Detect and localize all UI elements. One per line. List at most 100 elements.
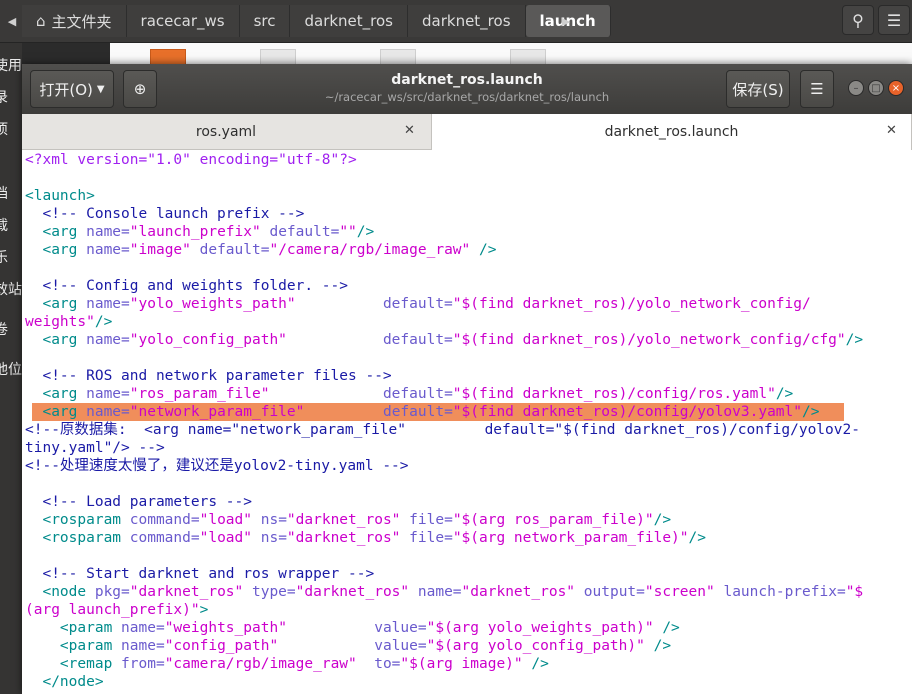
code-token: <!--处理速度太慢了，建议还是yolov2-tiny.yaml --> [25,458,409,474]
code-token: /> [775,386,794,402]
open-button[interactable]: 打开(O) ▼ [30,70,114,108]
code-token: from= [112,656,165,672]
code-line: </node> [25,673,104,691]
code-token: default= [269,386,453,402]
home-icon: ⌂ [36,12,46,30]
code-token: "$(arg ros_param_file)" [452,512,654,528]
code-line: <!-- Load parameters --> [25,493,252,511]
code-token: <param [25,620,113,636]
code-token: ns= [252,530,287,546]
code-token: name= [77,404,130,420]
crumb-darknet-ros[interactable]: darknet_ros [290,5,408,37]
path-left-arrow-icon[interactable]: ◀ [2,5,22,37]
code-token: "$(arg yolo_config_path)" [426,638,645,654]
path-right-arrow-icon[interactable]: ▶ [556,5,576,37]
sidebar-item[interactable]: 乐 [0,247,8,267]
new-document-icon[interactable]: ⊕ [123,70,157,108]
code-token: "yolo_weights_path" [129,296,296,312]
code-token: name= [112,638,165,654]
code-token: "launch_prefix" [129,224,261,240]
code-token: command= [121,512,200,528]
code-token: name= [112,620,165,636]
code-token: /> [653,512,672,528]
crumb-racecar-ws[interactable]: racecar_ws [126,5,240,37]
sidebar-item[interactable]: 使用 [0,55,22,75]
code-token: name= [77,242,130,258]
code-token: <node [25,584,87,600]
code-token: /> [802,404,820,420]
text-editor[interactable]: <?xml version="1.0" encoding="utf-8"?> <l… [22,150,912,694]
code-token: "darknet_ros" [461,584,576,600]
code-token: "load" [199,512,252,528]
code-token: <?xml version="1.0" encoding="utf-8"?> [25,152,357,168]
code-token: /> [653,620,680,636]
code-line: <arg name="yolo_weights_path" default="$… [25,295,810,313]
menu-icon[interactable]: ☰ [800,70,834,108]
code-token: "load" [199,530,252,546]
sidebar-item[interactable]: 卷 [0,319,8,339]
code-token: value= [278,638,427,654]
code-token: <!--原数据集: <arg name="network_param_file"… [25,422,860,438]
code-token: default= [304,404,453,420]
code-token: "/camera/rgb/image_raw" [269,242,471,258]
sidebar-item[interactable]: 录 [0,87,8,107]
code-token: "ros_param_file" [129,386,270,402]
code-token: pkg= [86,584,130,600]
sidebar-item[interactable]: 档 [0,183,8,203]
code-line: <rosparam command="load" ns="darknet_ros… [25,511,671,529]
code-line: <!-- ROS and network parameter files --> [25,367,392,385]
code-token: <!-- ROS and network parameter files --> [25,368,392,384]
tab-ros-yaml[interactable]: ros.yaml [22,114,430,149]
header-bar: 打开(O) ▼ ⊕ darknet_ros.launch ~/racecar_w… [22,64,912,115]
code-token: file= [400,530,453,546]
code-token: /> [94,314,113,330]
code-line: <node pkg="darknet_ros" type="darknet_ro… [25,583,863,601]
code-token: <arg [25,242,78,258]
breadcrumb: ⌂ 主文件夹 racecar_ws src darknet_ros darkne… [22,5,611,37]
code-token: "darknet_ros" [286,530,401,546]
code-line: weights"/> [25,313,112,331]
code-token: default= [260,224,340,240]
code-token: tiny.yaml"/> --> [25,440,165,456]
code-token: <!-- Load parameters --> [25,494,252,510]
crumb-darknet-ros-2[interactable]: darknet_ros [408,5,526,37]
sidebar-item[interactable]: 项 [0,119,8,139]
code-token: "$(find darknet_ros)/config/ros.yaml" [452,386,776,402]
gedit-window: 打开(O) ▼ ⊕ darknet_ros.launch ~/racecar_w… [22,64,912,694]
code-token: default= [295,296,453,312]
code-line: <!-- Config and weights folder. --> [25,277,348,295]
tab-close-icon[interactable]: ✕ [404,123,415,138]
code-token: "$(arg network_param_file)" [452,530,689,546]
code-line: (arg launch_prefix)"> [25,601,208,619]
code-line: <rosparam command="load" ns="darknet_ros… [25,529,706,547]
maximize-icon[interactable]: □ [868,80,884,96]
code-line: <arg name="launch_prefix" default=""/> [25,223,374,241]
crumb-home[interactable]: ⌂ 主文件夹 [22,5,127,37]
code-token: <arg [25,332,78,348]
search-icon[interactable]: ⚲ [842,5,874,35]
code-token: <remap [25,656,113,672]
sidebar-item[interactable]: 他位置 [0,359,22,379]
tab-darknet-ros-launch[interactable]: darknet_ros.launch [431,114,912,150]
save-button[interactable]: 保存(S) [726,70,790,108]
code-token: </node> [25,674,104,690]
minimize-icon[interactable]: – [848,80,864,96]
code-token: "$(find darknet_ros)/config/yolov3.yaml" [452,404,802,420]
code-token: launch-prefix= [714,584,846,600]
code-token: "camera/rgb/image_raw" [164,656,357,672]
close-icon[interactable]: × [888,80,904,96]
sidebar-item[interactable]: 效站 [0,279,22,299]
sidebar-item[interactable]: 载 [0,215,8,235]
crumb-src[interactable]: src [239,5,291,37]
code-token: ns= [252,512,287,528]
path-bar: ◀ ⌂ 主文件夹 racecar_ws src darknet_ros dark… [0,0,912,43]
code-line: <arg name="image" default="/camera/rgb/i… [25,241,496,259]
code-token: command= [121,530,200,546]
code-line: <param name="config_path" value="$(arg y… [25,637,671,655]
code-token: "image" [129,242,191,258]
code-token: <rosparam [25,530,122,546]
view-list-icon[interactable]: ☰ [878,5,910,35]
code-line: <!--处理速度太慢了，建议还是yolov2-tiny.yaml --> [25,457,409,475]
code-token: "screen" [644,584,715,600]
tab-close-icon[interactable]: ✕ [886,123,897,138]
